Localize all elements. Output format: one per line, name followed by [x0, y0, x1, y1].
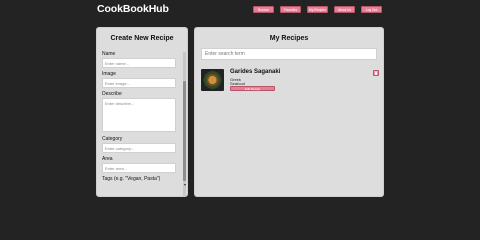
create-recipe-panel: Create New Recipe Name Enter name... Ima… [96, 27, 188, 197]
my-recipes-title: My Recipes [269, 35, 309, 42]
my-recipes-panel: My Recipes Enter search term Garides Sag… [194, 27, 384, 197]
create-recipe-title: Create New Recipe [110, 35, 174, 42]
edit-recipe-button[interactable]: Edit Recipe [230, 86, 275, 91]
recipe-name: Garides Saganaki [230, 69, 281, 75]
tags-label: Tags (e.g. "Vegan, Pasta") [102, 176, 161, 182]
name-label: Name [102, 51, 116, 57]
search-input[interactable]: Enter search term [201, 48, 377, 60]
category-label: Category [102, 136, 123, 142]
trash-icon [374, 71, 378, 75]
recipe-card: Garides Saganaki Greek Seafood Edit Reci… [201, 68, 379, 92]
nav-browse-button[interactable]: Browse [253, 6, 274, 13]
recipe-image [201, 69, 224, 91]
scroll-down-arrow-icon[interactable]: ▾ [184, 182, 186, 187]
area-label: Area [102, 156, 113, 162]
nav-about-button[interactable]: About Us [334, 6, 355, 13]
app-header: CookBookHub Browse Favorites My Recipes … [0, 0, 480, 20]
describe-label: Describe [102, 91, 122, 97]
describe-textarea[interactable]: Enter describe... [102, 98, 176, 132]
nav-logout-button[interactable]: Log Out [361, 6, 382, 13]
name-input[interactable]: Enter name... [102, 58, 176, 68]
main-nav: Browse Favorites My Recipes About Us Log… [253, 6, 382, 13]
app-logo[interactable]: CookBookHub [97, 3, 169, 15]
image-label: Image [102, 71, 116, 77]
form-scrollbar-thumb[interactable] [183, 81, 186, 181]
category-input[interactable]: Enter category... [102, 143, 176, 153]
area-input[interactable]: Enter area... [102, 163, 176, 173]
delete-recipe-button[interactable] [373, 70, 379, 76]
nav-favorites-button[interactable]: Favorites [280, 6, 301, 13]
create-recipe-form: Name Enter name... Image Enter image... … [102, 48, 178, 182]
image-input[interactable]: Enter image... [102, 78, 176, 88]
nav-my-recipes-button[interactable]: My Recipes [307, 6, 328, 13]
